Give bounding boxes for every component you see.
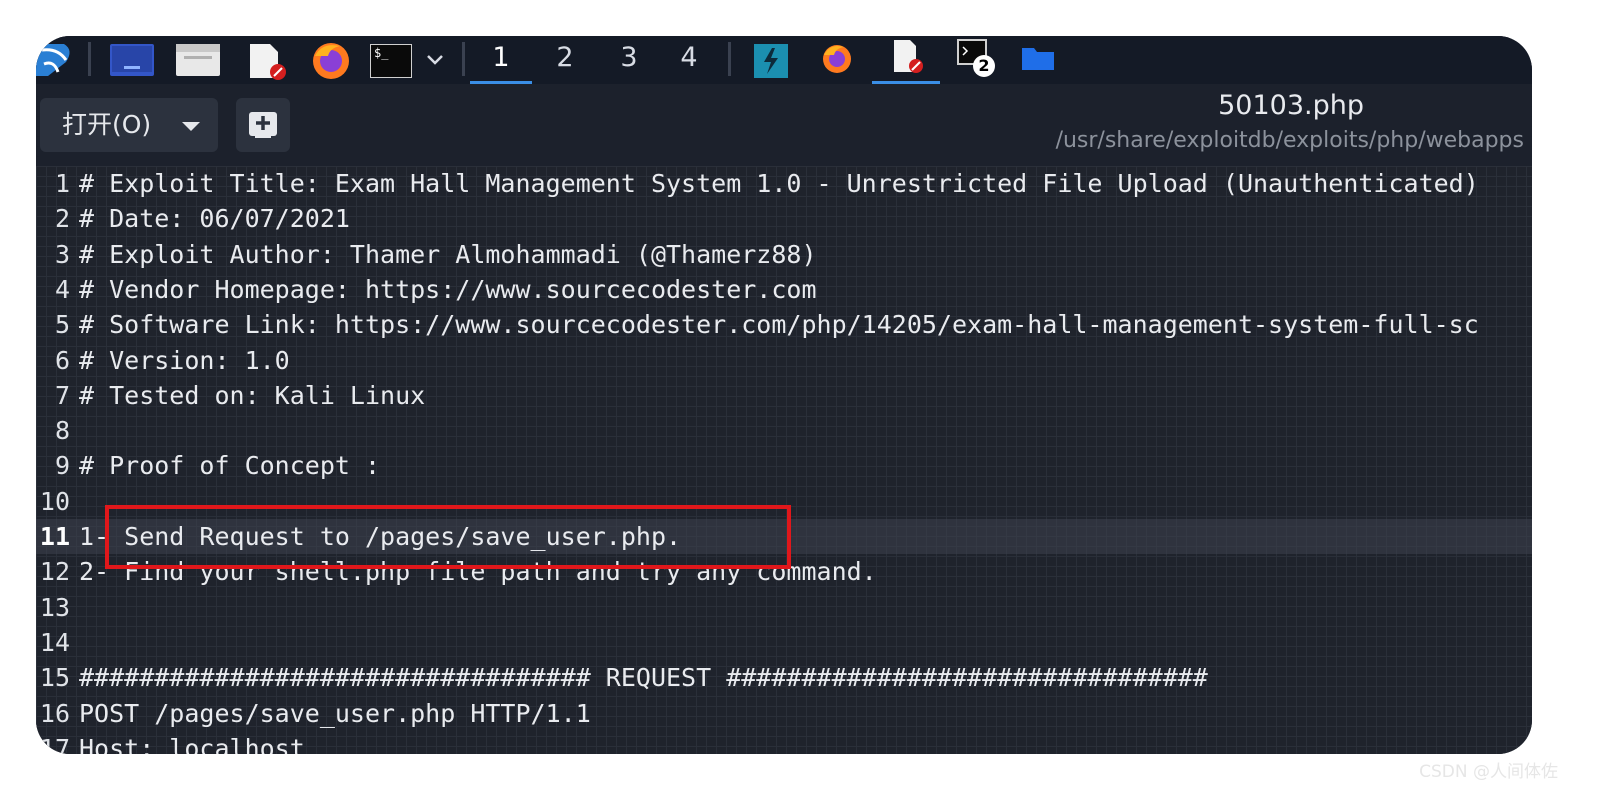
dropdown-arrow-icon	[182, 122, 200, 131]
editor-line[interactable]: 6 # Version: 1.0	[36, 343, 1532, 378]
terminal-count-badge: 2	[978, 56, 990, 75]
editor-toolbar: 打开(O) 50103.php /usr/share/exploitdb/exp…	[36, 84, 1532, 166]
taskbar: $_ 1 2 3 4 2	[36, 36, 1532, 84]
editor-line[interactable]: 4 # Vendor Homepage: https://www.sourceco…	[36, 272, 1532, 307]
line-number: 11	[39, 522, 70, 551]
line-number: 15	[39, 663, 70, 693]
firefox-window-icon[interactable]	[820, 42, 854, 76]
editor-line[interactable]: 3 # Exploit Author: Thamer Almohammadi (@…	[36, 237, 1532, 272]
watermark: CSDN @人间体佐	[1419, 762, 1558, 782]
new-document-icon	[249, 112, 277, 138]
editor-line[interactable]: 7 # Tested on: Kali Linux	[36, 378, 1532, 413]
line-number: 14	[39, 627, 70, 657]
line-text: ################################## REQUE…	[79, 663, 1208, 693]
line-text: Host: localhost	[79, 733, 305, 754]
workspace-4[interactable]: 4	[658, 36, 720, 84]
line-number: 10	[39, 486, 70, 516]
editor-line[interactable]: 1 # Exploit Title: Exam Hall Management S…	[36, 166, 1532, 201]
line-number: 4	[54, 274, 70, 304]
taskbar-separator	[462, 42, 465, 76]
line-text: # Tested on: Kali Linux	[79, 380, 426, 410]
line-text: # Vendor Homepage: https://www.sourcecod…	[79, 274, 817, 304]
editor-window: $_ 1 2 3 4 2 打开(O) 50103.php /usr/share/…	[36, 36, 1532, 754]
line-number: 17	[39, 733, 70, 754]
editor-line[interactable]: 16 POST /pages/save_user.php HTTP/1.1	[36, 696, 1532, 731]
text-editor-window-icon	[894, 40, 923, 73]
line-number: 3	[54, 239, 70, 269]
line-number: 2	[54, 204, 70, 234]
folder-icon[interactable]	[1022, 46, 1054, 70]
editor-line[interactable]: 5 # Software Link: https://www.sourcecode…	[36, 307, 1532, 342]
editor-line[interactable]: 9 # Proof of Concept :	[36, 448, 1532, 483]
line-number: 12	[39, 557, 70, 587]
line-text: POST /pages/save_user.php HTTP/1.1	[79, 698, 591, 728]
document-title: 50103.php	[1218, 90, 1364, 121]
new-document-button[interactable]	[236, 98, 290, 152]
open-button-label: 打开(O)	[62, 110, 152, 139]
editor-line[interactable]: 14	[36, 625, 1532, 660]
text-editor-area[interactable]: 1 # Exploit Title: Exam Hall Management S…	[36, 166, 1532, 754]
editor-line[interactable]: 17 Host: localhost	[36, 731, 1532, 754]
line-number: 16	[39, 698, 70, 728]
taskbar-separator	[728, 42, 731, 76]
dropdown-chevron-icon[interactable]	[424, 44, 446, 76]
terminal-window-icon[interactable]: 2	[956, 38, 996, 78]
firefox-icon[interactable]	[310, 40, 352, 80]
annotation-highlight-box	[105, 505, 791, 569]
editor-line[interactable]: 2 # Date: 06/07/2021	[36, 201, 1532, 236]
editor-line[interactable]: 15 ################################## REQ…	[36, 660, 1532, 695]
line-number: 13	[39, 592, 70, 622]
line-number: 7	[54, 380, 70, 410]
thunar-icon[interactable]	[754, 44, 788, 78]
workspace-1[interactable]: 1	[470, 36, 532, 84]
terminal-icon[interactable]: $_	[369, 43, 413, 79]
line-text: # Proof of Concept :	[79, 451, 381, 481]
line-text: # Version: 1.0	[79, 345, 290, 375]
text-editor-window-task[interactable]	[872, 36, 940, 84]
line-text: # Date: 06/07/2021	[79, 204, 350, 234]
line-number: 9	[54, 451, 70, 481]
line-number: 5	[54, 310, 70, 340]
editor-line[interactable]: 8	[36, 413, 1532, 448]
line-text: # Exploit Author: Thamer Almohammadi (@T…	[79, 239, 817, 269]
line-text: # Software Link: https://www.sourcecodes…	[79, 310, 1479, 340]
desktop-icon[interactable]	[110, 44, 154, 76]
document-path: /usr/share/exploitdb/exploits/php/webapp…	[1055, 128, 1524, 153]
svg-text:$_: $_	[374, 46, 389, 60]
workspace-3[interactable]: 3	[598, 36, 660, 84]
line-text: # Exploit Title: Exam Hall Management Sy…	[79, 169, 1479, 198]
line-number: 6	[54, 345, 70, 375]
workspace-2[interactable]: 2	[534, 36, 596, 84]
taskbar-separator	[88, 42, 91, 76]
editor-line[interactable]: 13	[36, 590, 1532, 625]
kali-menu-icon[interactable]	[36, 40, 76, 80]
line-number: 1	[54, 169, 70, 198]
line-number: 8	[54, 416, 70, 446]
file-manager-icon[interactable]	[176, 44, 220, 76]
text-editor-icon[interactable]	[248, 44, 288, 80]
open-button[interactable]: 打开(O)	[40, 98, 218, 152]
